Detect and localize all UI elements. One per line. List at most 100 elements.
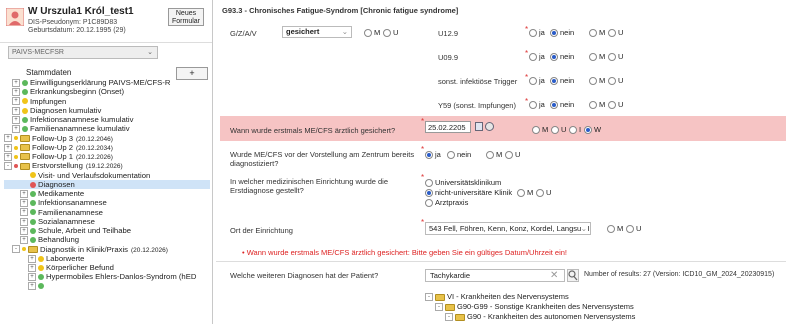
tree-item[interactable]: + Infektionsanamnese kumulativ (4, 115, 210, 124)
institution-u-radio[interactable]: U (536, 188, 551, 198)
clock-icon[interactable] (485, 122, 494, 131)
expand-icon[interactable]: + (20, 199, 28, 208)
before-center-u-radio[interactable]: U (505, 150, 520, 160)
institution-university-radio[interactable]: Universitätsklinikum (425, 178, 501, 188)
radio-icon (425, 199, 433, 208)
expand-icon[interactable]: + (12, 115, 20, 124)
tree-item[interactable]: Visit- und Verlaufsdokumentation (4, 171, 210, 180)
tree-item[interactable]: + Sozialanamnese (4, 217, 210, 226)
calendar-icon[interactable] (475, 122, 483, 131)
expand-icon[interactable]: + (12, 125, 20, 134)
trigger-nein-radio[interactable]: nein (550, 76, 574, 86)
y59-u-radio[interactable]: U (608, 100, 623, 110)
status-dot-icon (30, 172, 36, 179)
tree-item[interactable]: + Hypermobiles Ehlers-Danlos-Syndrom (hED (4, 272, 210, 281)
collapse-icon[interactable]: - (12, 245, 20, 254)
tree-item[interactable]: + Körperlicher Befund (4, 263, 210, 272)
expand-icon[interactable]: + (12, 88, 20, 97)
tree-item-date: (20.12.2034) (76, 144, 113, 152)
tree-item[interactable]: + Einwilligungserklärung PAIVS-ME/CFS-R (4, 78, 210, 87)
tree-item[interactable]: + Impfungen (4, 97, 210, 106)
tree-item[interactable]: + Follow-Up 3 (20.12.2046) (4, 134, 210, 143)
folder-icon (20, 162, 30, 170)
expand-icon[interactable]: + (4, 152, 12, 161)
gzav-select[interactable]: gesichert ⌄ (282, 26, 352, 38)
expand-icon[interactable]: + (12, 97, 20, 106)
expand-icon[interactable]: + (4, 143, 12, 152)
y59-ja-radio[interactable]: ja (529, 100, 545, 110)
expand-icon[interactable]: + (28, 282, 36, 291)
expand-icon[interactable]: + (28, 273, 36, 282)
before-center-nein-radio[interactable]: nein (447, 150, 471, 160)
first-diag-i-radio[interactable]: I (569, 125, 581, 135)
icd-tree-item[interactable]: - G90-G99 - Sonstige Krankheiten des Nerv… (425, 302, 635, 312)
place-select[interactable]: 543 Fell, Föhren, Kenn, Konz, Kordel, La… (425, 222, 591, 235)
institution-practice-radio[interactable]: Arztpraxis (425, 198, 468, 208)
u129-u-radio[interactable]: U (608, 28, 623, 38)
tree-item[interactable]: + Behandlung (4, 235, 210, 244)
trigger-m-radio[interactable]: M (589, 76, 605, 86)
place-label: Ort der Einrichtung (230, 226, 293, 235)
tree-item[interactable]: + Follow-Up 1 (20.12.2026) (4, 152, 210, 161)
collapse-icon[interactable]: - (445, 313, 453, 322)
expand-icon[interactable]: + (12, 78, 20, 87)
icd-tree-item[interactable]: - G90 - Krankheiten des autonomen Nervens… (425, 312, 635, 322)
tree-item[interactable]: + Laborwerte (4, 254, 210, 263)
u129-ja-radio[interactable]: ja (529, 28, 545, 38)
tree-item[interactable]: + Diagnosen kumulativ (4, 106, 210, 115)
y59-m-radio[interactable]: M (589, 100, 605, 110)
tree-item[interactable]: + Follow-Up 2 (20.12.2034) (4, 143, 210, 152)
tree-item[interactable]: - Erstvorstellung (19.12.2026) (4, 161, 210, 170)
tree-item[interactable]: + Familienanamnese kumulativ (4, 124, 210, 133)
u099-nein-radio[interactable]: nein (550, 52, 574, 62)
expand-icon[interactable]: + (20, 217, 28, 226)
expand-icon[interactable]: + (12, 106, 20, 115)
clear-icon[interactable]: ✕ (550, 270, 558, 281)
institution-m-radio[interactable]: M (517, 188, 533, 198)
gzav-u-radio[interactable]: U (383, 28, 398, 38)
stammdaten-label[interactable]: Stammdaten (26, 68, 71, 77)
u129-nein-radio[interactable]: nein (550, 28, 574, 38)
tree-item[interactable]: + Schule, Arbeit und Teilhabe (4, 226, 210, 235)
collapse-icon[interactable]: - (425, 293, 433, 302)
trigger-u-radio[interactable]: U (608, 76, 623, 86)
institution-nonuniversity-radio[interactable]: nicht-universitäre Klinik (425, 188, 512, 198)
tree-item[interactable]: + (4, 282, 210, 291)
before-center-m-radio[interactable]: M (486, 150, 502, 160)
expand-icon[interactable]: + (20, 236, 28, 245)
patient-name: W Urszula1 Król_test1 (28, 6, 134, 17)
diagnosis-search-input[interactable]: Tachykardie (425, 269, 565, 282)
tree-item[interactable]: + Infektionsanamnese (4, 198, 210, 207)
tree-item[interactable]: - Diagnostik in Klinik/Praxis (20.12.2026) (4, 245, 210, 254)
tree-item[interactable]: + Medikamente (4, 189, 210, 198)
tree-item[interactable]: Diagnosen (4, 179, 210, 189)
collapse-icon[interactable]: - (4, 162, 12, 171)
u129-m-radio[interactable]: M (589, 28, 605, 38)
expand-icon[interactable]: + (20, 208, 28, 217)
tree-item[interactable]: + Familienanamnese (4, 208, 210, 217)
expand-icon[interactable]: + (28, 254, 36, 263)
tree-item[interactable]: + Erkrankungsbeginn (Onset) (4, 87, 210, 96)
first-diag-u-radio[interactable]: U (551, 125, 566, 135)
y59-nein-radio[interactable]: nein (550, 100, 574, 110)
first-diag-m-radio[interactable]: M (532, 125, 548, 135)
study-select[interactable]: PAIVS-MECFSR ⌄ (8, 46, 158, 59)
collapse-icon[interactable]: - (435, 303, 443, 312)
u099-ja-radio[interactable]: ja (529, 52, 545, 62)
place-m-radio[interactable]: M (607, 224, 623, 234)
search-button[interactable] (567, 269, 579, 282)
trigger-ja-radio[interactable]: ja (529, 76, 545, 86)
first-diag-w-radio[interactable]: W (584, 125, 601, 135)
expand-icon[interactable]: + (28, 263, 36, 272)
first-diagnosis-date-input[interactable]: 25.02.2205 (425, 121, 471, 133)
before-center-ja-radio[interactable]: ja (425, 150, 441, 160)
expand-icon[interactable]: + (20, 189, 28, 198)
expand-icon[interactable]: + (4, 134, 12, 143)
place-u-radio[interactable]: U (626, 224, 641, 234)
new-form-button[interactable]: Neues Formular (168, 8, 204, 26)
u099-u-radio[interactable]: U (608, 52, 623, 62)
u099-m-radio[interactable]: M (589, 52, 605, 62)
expand-icon[interactable]: + (20, 226, 28, 235)
icd-tree-item[interactable]: - VI - Krankheiten des Nervensystems (425, 292, 635, 302)
gzav-m-radio[interactable]: M (364, 28, 380, 38)
